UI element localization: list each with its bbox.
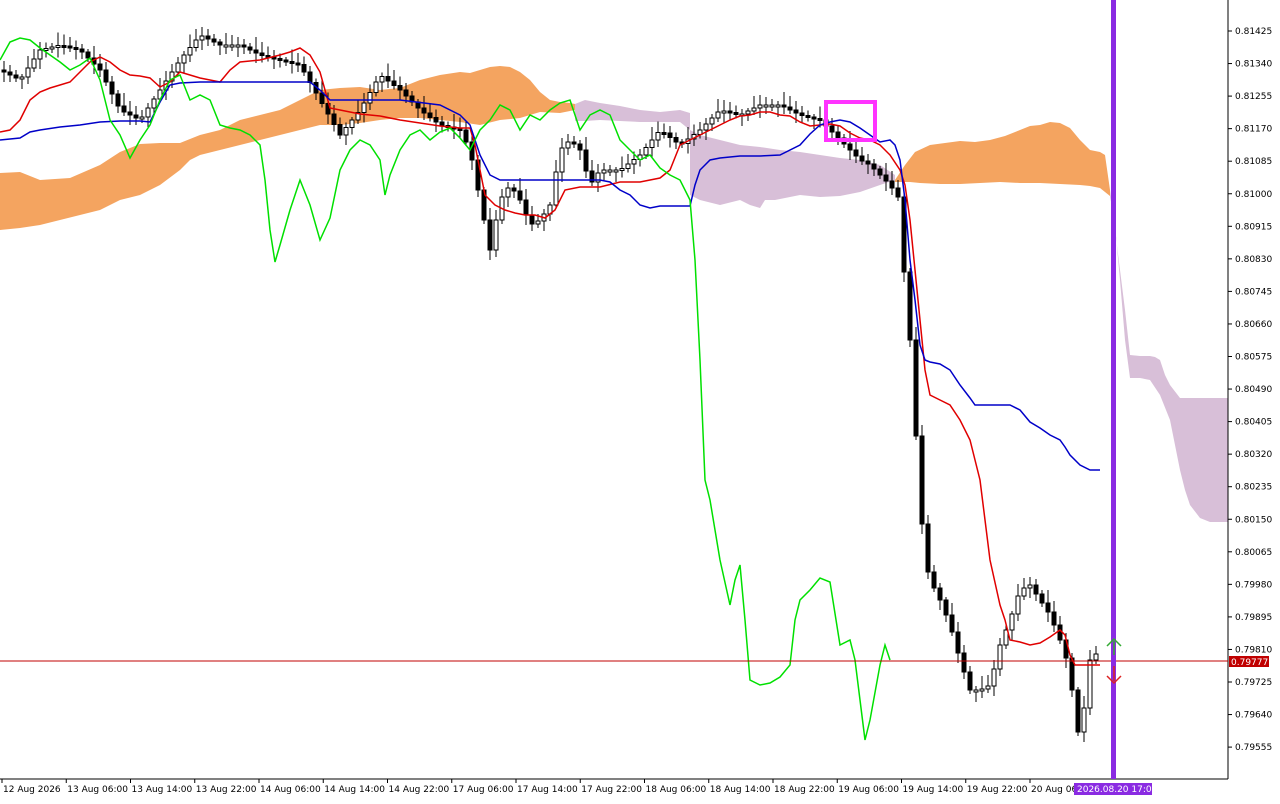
cursor-time-label: 2026.08.20 17:00 xyxy=(1077,785,1158,795)
price-tick-label: 0.79980 xyxy=(1235,580,1272,590)
time-tick-label: 18 Aug 06:00 xyxy=(646,785,707,795)
price-tick-label: 0.80915 xyxy=(1235,222,1272,232)
price-tick-label: 0.80150 xyxy=(1235,515,1272,525)
current-price-badge: 0.79777 xyxy=(1229,656,1269,668)
time-tick-label: 17 Aug 14:00 xyxy=(517,785,578,795)
time-tick-label: 12 Aug 2026 xyxy=(3,785,61,795)
candle xyxy=(925,515,931,579)
candle xyxy=(919,425,925,534)
price-tick-label: 0.79810 xyxy=(1235,645,1272,655)
time-tick-label: 18 Aug 14:00 xyxy=(710,785,771,795)
price-tick-label: 0.79725 xyxy=(1235,678,1272,688)
price-tick-label: 0.81170 xyxy=(1235,125,1272,135)
price-tick-label: 0.81085 xyxy=(1235,157,1272,167)
current-price-label: 0.79777 xyxy=(1231,658,1268,668)
price-tick-label: 0.81340 xyxy=(1235,60,1272,70)
price-tick-label: 0.80745 xyxy=(1235,287,1272,297)
candle xyxy=(913,327,919,440)
price-tick-label: 0.80660 xyxy=(1235,320,1272,330)
time-tick-label: 14 Aug 06:00 xyxy=(260,785,321,795)
candle xyxy=(1075,687,1081,736)
time-tick-label: 13 Aug 22:00 xyxy=(196,785,257,795)
candle xyxy=(907,268,913,347)
time-tick-label: 17 Aug 22:00 xyxy=(581,785,642,795)
candle xyxy=(1087,650,1093,715)
time-tick-label: 14 Aug 14:00 xyxy=(324,785,385,795)
time-tick-label: 13 Aug 14:00 xyxy=(132,785,193,795)
price-tick-label: 0.79640 xyxy=(1235,711,1272,721)
price-tick-label: 0.80320 xyxy=(1235,450,1272,460)
time-tick-label: 17 Aug 06:00 xyxy=(453,785,514,795)
price-tick-label: 0.81000 xyxy=(1235,190,1272,200)
price-tick-label: 0.80575 xyxy=(1235,353,1272,363)
price-tick-label: 0.80235 xyxy=(1235,483,1272,493)
price-tick-label: 0.79895 xyxy=(1235,613,1272,623)
price-tick-label: 0.79555 xyxy=(1235,743,1272,753)
price-tick-label: 0.81255 xyxy=(1235,92,1272,102)
chart-area[interactable]: 0.81425 0.81340 0.81255 0.81170 0.81085 0.810… xyxy=(0,0,1280,800)
time-tick-label: 13 Aug 06:00 xyxy=(67,785,128,795)
time-tick-label: 14 Aug 22:00 xyxy=(389,785,450,795)
time-tick-label: 19 Aug 06:00 xyxy=(838,785,899,795)
price-tick-label: 0.80065 xyxy=(1235,548,1272,558)
ichimoku-chart[interactable]: 0.81425 0.81340 0.81255 0.81170 0.81085 0.810… xyxy=(0,0,1280,800)
time-tick-label: 19 Aug 14:00 xyxy=(903,785,964,795)
time-tick-label: 18 Aug 22:00 xyxy=(774,785,835,795)
price-tick-label: 0.80405 xyxy=(1235,418,1272,428)
cursor-vertical-line[interactable] xyxy=(1111,0,1116,779)
time-tick-label: 19 Aug 22:00 xyxy=(967,785,1028,795)
price-tick-label: 0.80490 xyxy=(1235,385,1272,395)
price-tick-label: 0.80830 xyxy=(1235,255,1272,265)
cursor-time-badge: 2026.08.20 17:00 xyxy=(1074,783,1158,795)
price-tick-label: 0.81425 xyxy=(1235,27,1272,37)
